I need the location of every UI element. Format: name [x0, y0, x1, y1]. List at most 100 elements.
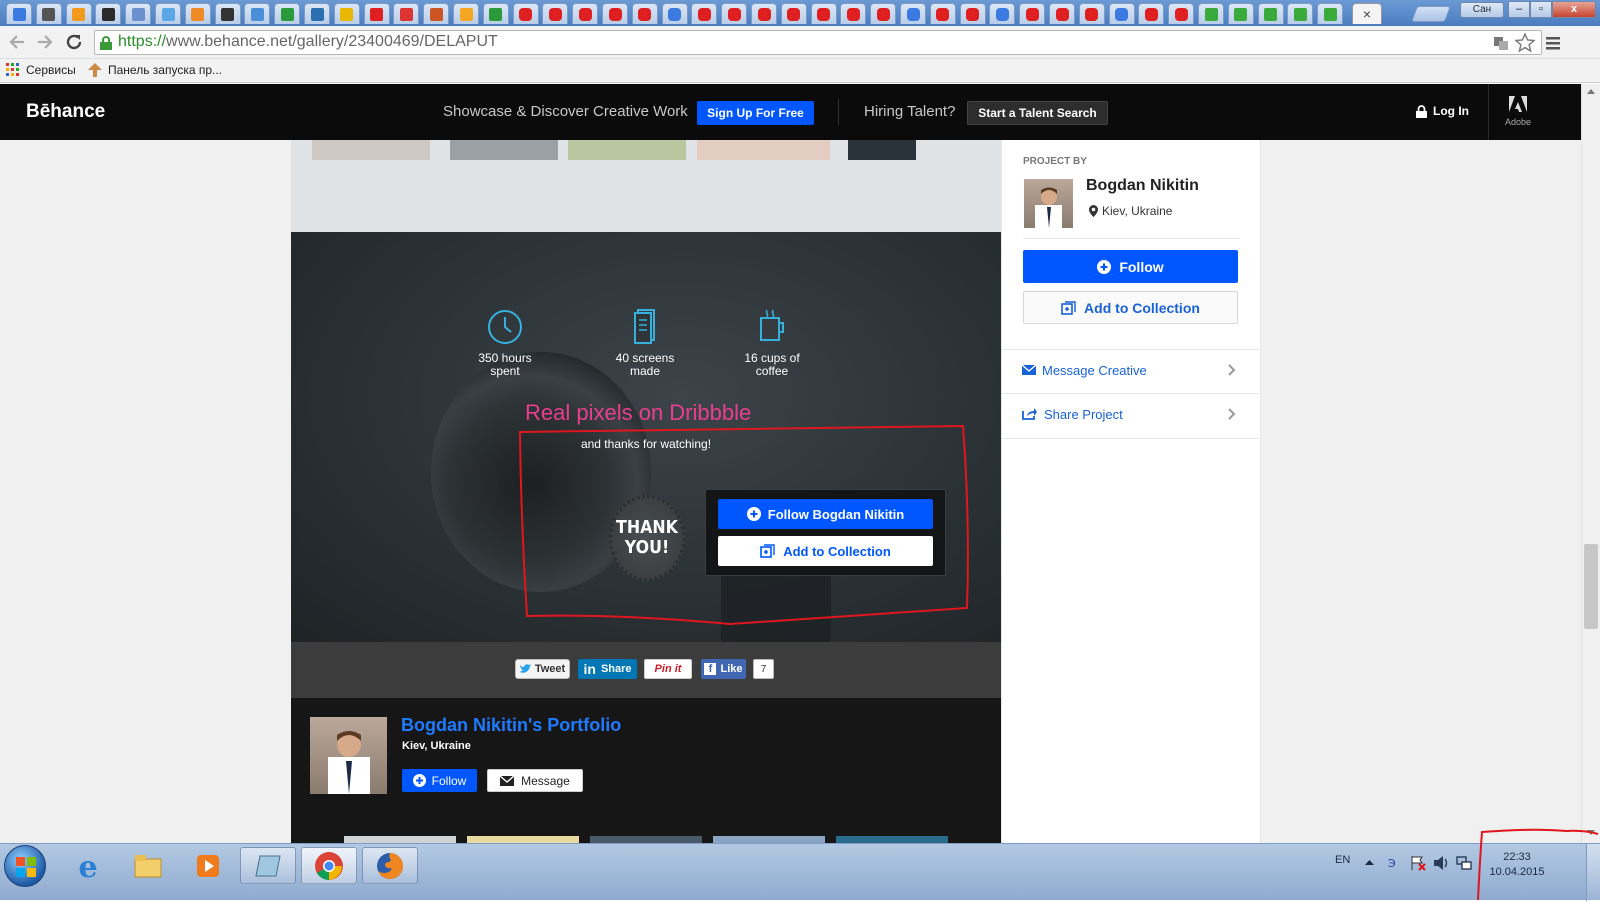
taskbar-ie[interactable]: e [60, 847, 116, 884]
browser-tab[interactable] [65, 3, 92, 24]
browser-tab[interactable] [423, 3, 450, 24]
browser-tab[interactable] [572, 3, 599, 24]
more-project-thumb[interactable] [467, 836, 579, 843]
browser-tab[interactable] [1168, 3, 1195, 24]
taskbar-chrome[interactable] [301, 847, 357, 884]
browser-tab[interactable] [661, 3, 688, 24]
browser-tab[interactable] [214, 3, 241, 24]
pinterest-button[interactable]: Pin it [644, 659, 692, 679]
share-project-row[interactable]: Share Project [1002, 394, 1261, 439]
window-close-button[interactable]: x [1552, 1, 1596, 18]
browser-tab[interactable] [244, 3, 271, 24]
browser-tab[interactable] [840, 3, 867, 24]
browser-tab[interactable] [691, 3, 718, 24]
browser-tab[interactable] [989, 3, 1016, 24]
browser-tab[interactable] [333, 3, 360, 24]
bookmark-launcher[interactable]: Панель запуска пр... [88, 63, 222, 77]
browser-tab[interactable] [870, 3, 897, 24]
browser-tab[interactable] [393, 3, 420, 24]
browser-tab[interactable] [363, 3, 390, 24]
tray-expand-arrow-icon[interactable] [1365, 859, 1374, 865]
browser-tab[interactable] [184, 3, 211, 24]
owner-name[interactable]: Bogdan Nikitin [1086, 177, 1199, 195]
browser-tab[interactable] [631, 3, 658, 24]
browser-tab[interactable] [453, 3, 479, 24]
facebook-like-button[interactable]: f Like [701, 659, 746, 679]
browser-tab[interactable] [1019, 3, 1046, 24]
browser-tab[interactable] [1198, 3, 1224, 24]
browser-tab[interactable] [602, 3, 628, 24]
scrollbar-thumb[interactable] [1584, 544, 1598, 629]
network-icon[interactable] [1456, 855, 1472, 871]
tab-close-icon[interactable]: × [1363, 6, 1371, 22]
browser-tab[interactable] [810, 3, 837, 24]
portfolio-title[interactable]: Bogdan Nikitin's Portfolio [401, 715, 621, 736]
browser-tab[interactable] [1257, 3, 1284, 24]
talent-search-button[interactable]: Start a Talent Search [967, 101, 1108, 125]
portfolio-follow-button[interactable]: Follow [402, 769, 477, 792]
adobe-link[interactable]: Adobe [1500, 96, 1536, 127]
window-user-badge[interactable]: Сан [1460, 2, 1504, 18]
sidebar-add-collection-button[interactable]: Add to Collection [1023, 291, 1238, 324]
browser-tab[interactable] [780, 3, 807, 24]
taskbar-media-player[interactable] [180, 847, 236, 884]
portfolio-message-button[interactable]: Message [487, 769, 583, 792]
more-project-thumb[interactable] [344, 836, 456, 843]
browser-tab[interactable] [1227, 3, 1254, 24]
browser-tab[interactable] [6, 3, 32, 24]
browser-tab[interactable] [900, 3, 926, 24]
browser-tab[interactable] [542, 3, 569, 24]
translate-icon[interactable] [1493, 35, 1509, 51]
browser-tab[interactable] [1078, 3, 1105, 24]
browser-tab[interactable] [304, 3, 330, 24]
volume-icon[interactable] [1433, 855, 1449, 871]
tweet-button[interactable]: Tweet [515, 659, 570, 679]
browser-tab[interactable] [751, 3, 777, 24]
start-button[interactable] [4, 845, 46, 887]
bookmark-apps[interactable]: Сервисы [6, 63, 76, 77]
reload-icon[interactable] [64, 32, 84, 52]
browser-tab[interactable] [929, 3, 956, 24]
login-link[interactable]: Log In [1416, 104, 1469, 118]
scroll-up-arrow-icon[interactable] [1587, 88, 1595, 94]
message-creative-row[interactable]: Message Creative [1002, 349, 1261, 394]
more-project-thumb[interactable] [713, 836, 825, 843]
browser-tab[interactable] [721, 3, 748, 24]
behance-logo[interactable]: Bēhance [26, 101, 105, 123]
more-project-thumb[interactable] [836, 836, 948, 843]
taskbar-firefox[interactable] [362, 847, 418, 884]
back-arrow-icon[interactable] [8, 33, 26, 51]
browser-tab[interactable] [125, 3, 152, 24]
browser-tab[interactable] [1287, 3, 1314, 24]
browser-tab[interactable] [155, 3, 181, 24]
browser-tab[interactable] [482, 3, 509, 24]
sidebar-follow-button[interactable]: Follow [1023, 250, 1238, 283]
linkedin-share-button[interactable]: in Share [578, 659, 637, 679]
sign-up-button[interactable]: Sign Up For Free [697, 101, 814, 125]
more-project-thumb[interactable] [590, 836, 702, 843]
browser-tab[interactable] [959, 3, 986, 24]
browser-tab[interactable] [274, 3, 301, 24]
window-minimize-button[interactable]: – [1508, 1, 1530, 18]
forward-arrow-icon[interactable] [36, 33, 54, 51]
owner-avatar[interactable] [1024, 179, 1073, 228]
browser-tab[interactable] [1108, 3, 1135, 24]
browser-tab[interactable] [1049, 3, 1075, 24]
new-tab-button[interactable] [1411, 6, 1451, 22]
portfolio-avatar[interactable] [310, 717, 387, 794]
browser-tab[interactable] [35, 3, 62, 24]
language-indicator[interactable]: EN [1335, 854, 1350, 866]
active-tab[interactable]: × [1352, 3, 1382, 24]
browser-menu-icon[interactable] [1546, 35, 1562, 51]
page-scrollbar[interactable] [1581, 84, 1600, 843]
browser-tab[interactable] [1138, 3, 1165, 24]
action-center-flag-icon[interactable] [1410, 855, 1426, 871]
browser-tab[interactable] [95, 3, 122, 24]
taskbar-explorer[interactable] [120, 847, 176, 884]
bookmark-star-icon[interactable] [1515, 33, 1535, 53]
browser-tab[interactable] [512, 3, 539, 24]
browser-tab[interactable] [1317, 3, 1344, 24]
taskbar-app-window[interactable] [240, 847, 296, 884]
keyboard-layout-icon[interactable]: Э [1386, 855, 1400, 869]
window-maximize-button[interactable]: ▫ [1530, 1, 1552, 18]
